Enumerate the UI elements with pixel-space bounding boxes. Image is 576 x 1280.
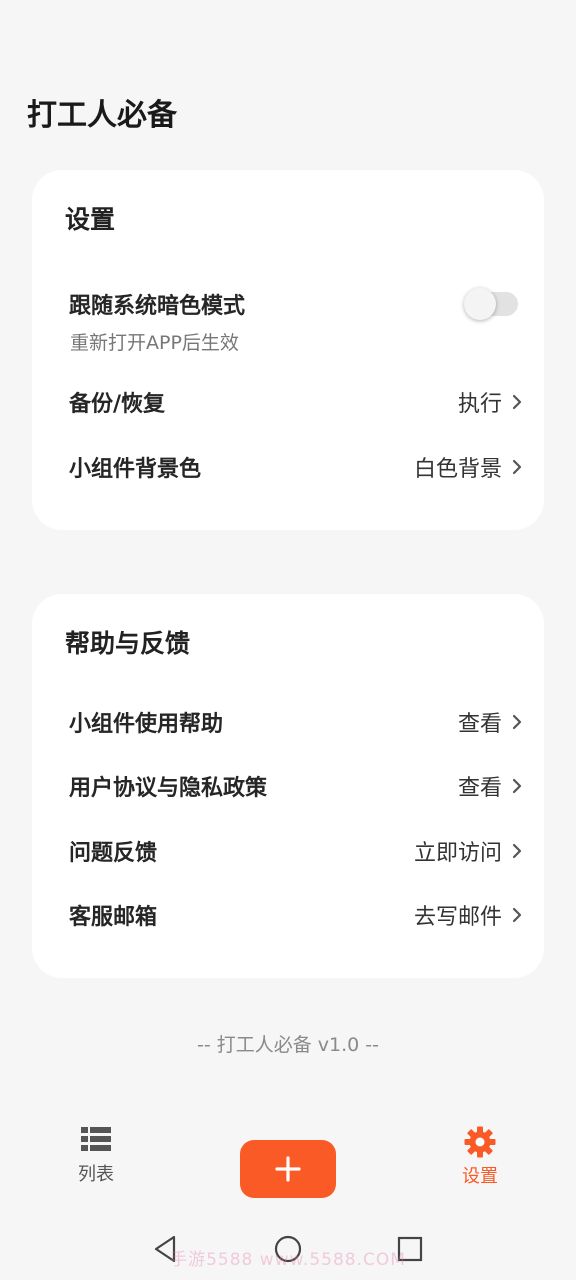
list-item-value: 立即访问 [413,841,502,866]
settings-card-title: 设置 [65,205,116,234]
version-text: -- 打工人必备 v1.0 -- [196,1034,379,1056]
chevron-right-icon [512,843,522,859]
add-button[interactable] [240,1140,336,1198]
list-item-value: 去写邮件 [413,905,502,930]
backup-restore-row[interactable]: 备份/恢复 执行 [69,382,524,422]
list-icon [81,1127,111,1151]
dark-mode-row[interactable]: 跟随系统暗色模式 [69,284,524,324]
help-feedback-card: 帮助与反馈 小组件使用帮助 查看 用户协议与隐私政策 查看 问题反馈 立即访问 … [32,594,544,978]
feedback-row[interactable]: 问题反馈 立即访问 [69,831,524,871]
widget-background-value: 白色背景 [413,457,502,482]
tab-list[interactable]: 列表 [56,1126,136,1186]
chevron-right-icon [512,459,522,475]
widget-help-row[interactable]: 小组件使用帮助 查看 [69,702,524,742]
plus-icon [275,1156,301,1182]
list-item-label: 小组件使用帮助 [69,712,224,737]
tab-list-label: 列表 [78,1164,114,1185]
backup-restore-label: 备份/恢复 [69,392,166,417]
toggle-knob [464,288,496,320]
widget-background-row[interactable]: 小组件背景色 白色背景 [69,447,524,487]
watermark: 手游5588 www.5588.COM [170,1250,406,1270]
tab-settings-label: 设置 [462,1166,498,1187]
settings-card: 设置 跟随系统暗色模式 重新打开APP后生效 备份/恢复 执行 小组件背景色 白… [32,170,544,530]
widget-background-label: 小组件背景色 [69,457,202,482]
support-email-row[interactable]: 客服邮箱 去写邮件 [69,895,524,935]
chevron-right-icon [512,394,522,410]
chevron-right-icon [512,907,522,923]
list-item-label: 用户协议与隐私政策 [69,776,268,801]
dark-mode-sublabel: 重新打开APP后生效 [70,332,239,354]
chevron-right-icon [512,778,522,794]
user-agreement-row[interactable]: 用户协议与隐私政策 查看 [69,766,524,806]
tab-settings[interactable]: 设置 [440,1126,520,1188]
help-card-title: 帮助与反馈 [65,629,191,658]
gear-icon [464,1126,496,1158]
backup-restore-value: 执行 [457,392,502,417]
page-title: 打工人必备 [27,98,177,133]
dark-mode-toggle[interactable] [464,288,518,320]
dark-mode-label: 跟随系统暗色模式 [69,294,246,319]
list-item-label: 问题反馈 [69,841,158,866]
list-item-value: 查看 [457,776,502,801]
list-item-value: 查看 [457,712,502,737]
list-item-label: 客服邮箱 [69,905,158,930]
chevron-right-icon [512,714,522,730]
